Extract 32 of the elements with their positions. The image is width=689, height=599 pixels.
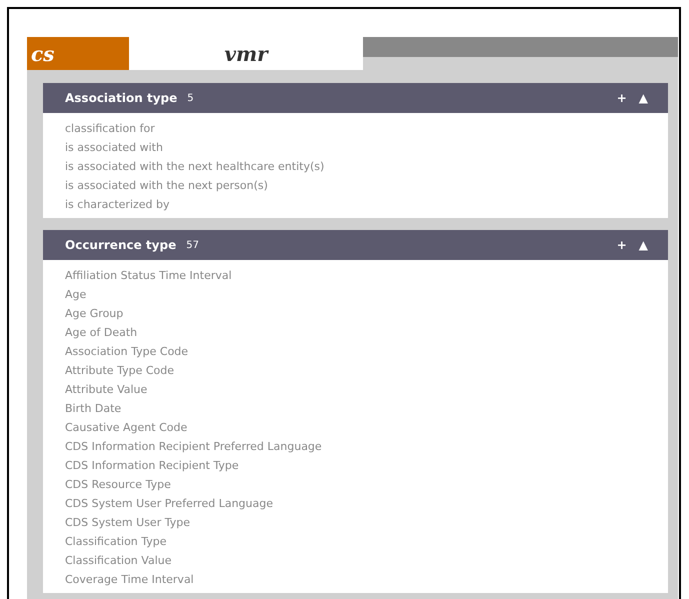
- list-item[interactable]: CDS System User Preferred Language: [65, 494, 273, 513]
- list-item[interactable]: CDS Information Recipient Preferred Language: [65, 437, 322, 456]
- list-item[interactable]: is associated with the next healthcare entity(s): [65, 157, 324, 176]
- list-item[interactable]: Attribute Value: [65, 380, 148, 399]
- section-title: Occurrence type: [65, 238, 176, 252]
- add-button[interactable]: +: [616, 91, 627, 105]
- tab[interactable]: cs: [27, 37, 129, 70]
- collapse-button[interactable]: ▲: [638, 91, 648, 105]
- collapse-button[interactable]: ▲: [638, 238, 648, 252]
- list-item[interactable]: Causative Agent Code: [65, 418, 188, 437]
- list-item[interactable]: Birth Date: [65, 399, 122, 418]
- list-item[interactable]: Age: [65, 285, 86, 304]
- list-item[interactable]: is associated with: [65, 138, 163, 157]
- item-count: 57: [186, 240, 199, 250]
- item-count: 5: [187, 92, 194, 104]
- list-item[interactable]: is characterized by: [65, 195, 170, 214]
- list-item[interactable]: Attribute Type Code: [65, 361, 174, 380]
- list-item[interactable]: Affiliation Status Time Interval: [65, 266, 232, 285]
- list-item[interactable]: CDS Resource Type: [65, 475, 171, 494]
- section-title: Association type: [65, 91, 178, 105]
- list-item[interactable]: classification for: [65, 119, 155, 138]
- list-item[interactable]: CDS System User Type: [65, 513, 190, 532]
- tab[interactable]: vmr: [129, 37, 363, 70]
- list-item[interactable]: CDS Information Recipient Type: [65, 456, 239, 475]
- list-item[interactable]: Coverage Time Interval: [65, 570, 194, 589]
- add-button[interactable]: +: [616, 238, 627, 252]
- list-item[interactable]: Age of Death: [65, 323, 138, 342]
- list-item[interactable]: is associated with the next person(s): [65, 176, 268, 195]
- list-item[interactable]: Association Type Code: [65, 342, 188, 361]
- list-item[interactable]: Classification Type: [65, 532, 167, 551]
- list-item[interactable]: Classification Value: [65, 551, 172, 570]
- list-item[interactable]: Age Group: [65, 304, 124, 323]
